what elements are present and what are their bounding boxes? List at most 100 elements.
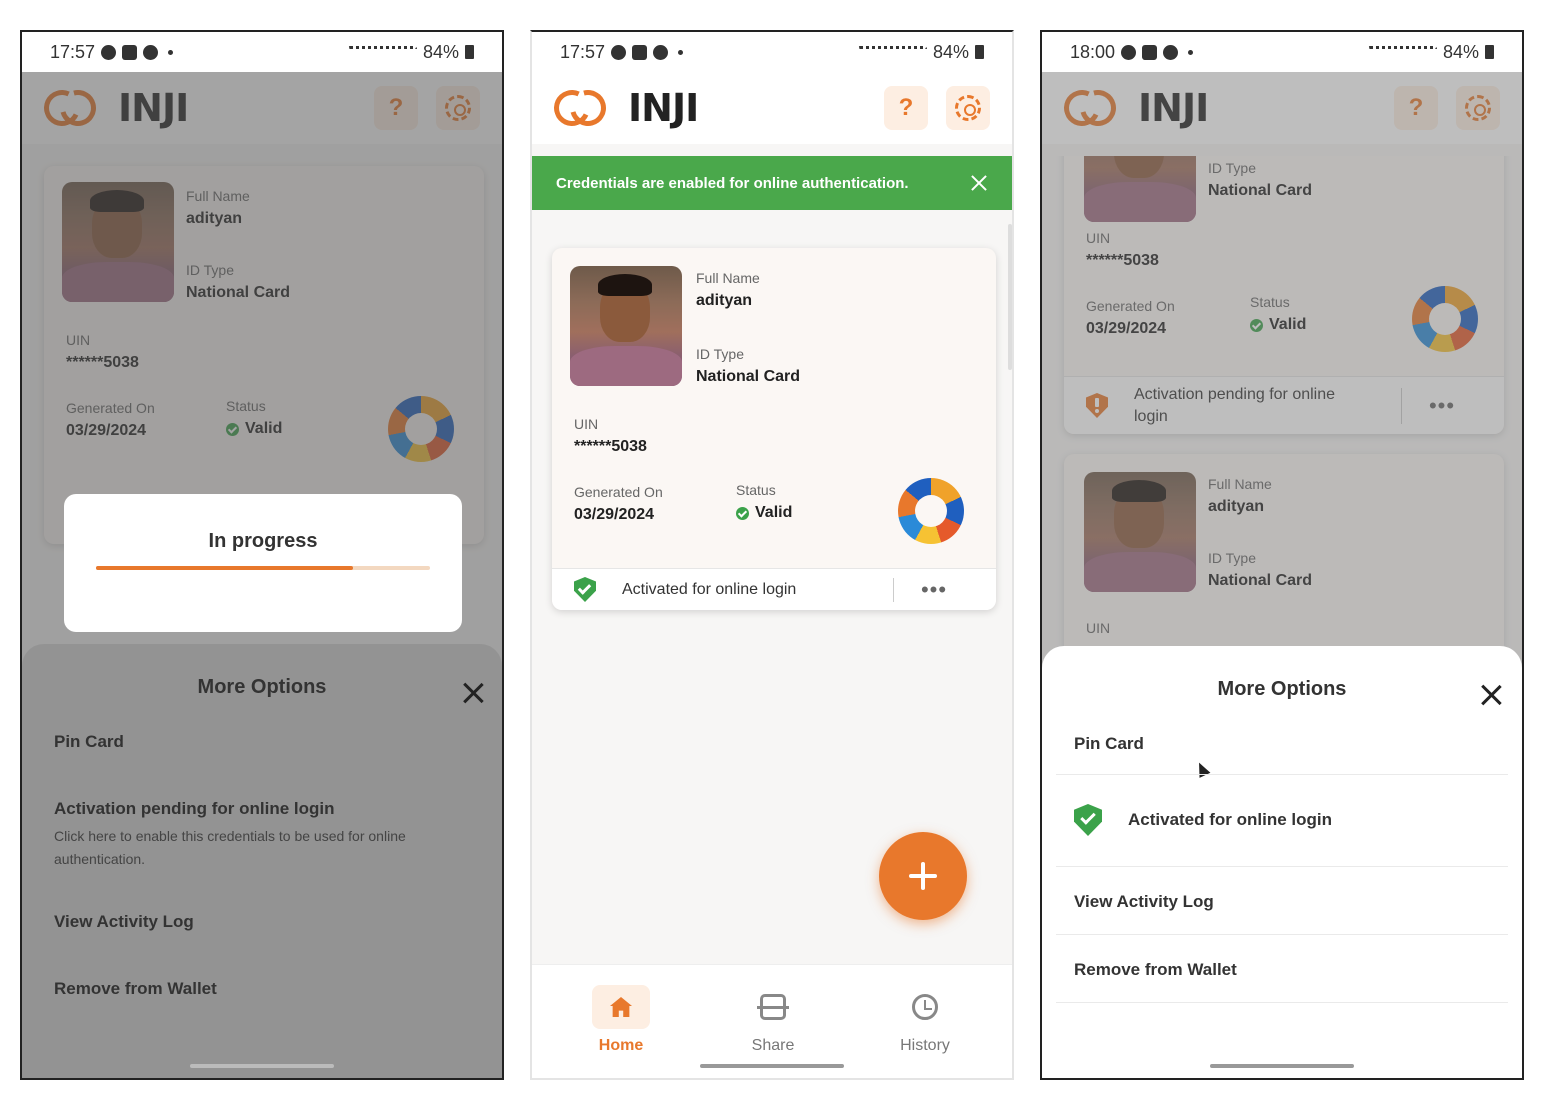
scan-icon bbox=[757, 994, 789, 1020]
card-activation-footer: Activated for online login ••• bbox=[552, 568, 996, 610]
inji-logo-mark-icon bbox=[548, 83, 622, 133]
toast-message: Credentials are enabled for online authe… bbox=[556, 174, 909, 192]
app-notification-icon bbox=[1121, 44, 1137, 60]
more-notifications-icon bbox=[678, 49, 684, 55]
whatsapp-notification-icon bbox=[143, 44, 159, 60]
battery-percent: 84% bbox=[932, 41, 969, 62]
inji-logo-text: INJI bbox=[628, 86, 699, 130]
battery-icon bbox=[975, 45, 984, 59]
message-notification-icon bbox=[1142, 44, 1158, 60]
nav-history-label: History bbox=[900, 1037, 950, 1054]
nav-history[interactable]: History bbox=[870, 985, 980, 1055]
shield-check-icon bbox=[574, 577, 596, 602]
full-name-label: Full Name bbox=[696, 270, 760, 286]
home-icon bbox=[610, 997, 632, 1017]
status-time: 18:00 bbox=[1070, 41, 1116, 62]
credential-photo bbox=[570, 266, 682, 386]
message-notification-icon bbox=[122, 44, 138, 60]
success-toast: Credentials are enabled for online authe… bbox=[532, 156, 1012, 210]
full-name-value: adityan bbox=[696, 292, 753, 309]
progress-title: In progress bbox=[208, 530, 318, 552]
screen-in-progress: 17:57 84% INJI ? Full Name adityan ID Ty… bbox=[20, 30, 504, 1080]
close-icon[interactable] bbox=[970, 174, 988, 192]
whatsapp-notification-icon bbox=[653, 44, 669, 60]
more-options-sheet: More Options Pin Card Activation pending… bbox=[22, 644, 502, 1078]
generated-on-label: Generated On bbox=[574, 484, 663, 500]
activated-option[interactable]: Activated for online login bbox=[1074, 804, 1490, 836]
uin-label: UIN bbox=[574, 416, 599, 432]
help-icon: ? bbox=[898, 94, 914, 121]
progress-bar-fill bbox=[96, 566, 354, 570]
remove-from-wallet-option[interactable]: Remove from Wallet bbox=[54, 979, 470, 999]
settings-button[interactable] bbox=[946, 86, 990, 130]
sheet-title: More Options bbox=[197, 676, 327, 698]
sheet-title: More Options bbox=[1217, 678, 1347, 700]
battery-icon bbox=[1485, 45, 1494, 59]
status-time: 17:57 bbox=[560, 41, 606, 62]
divider bbox=[1056, 1002, 1508, 1003]
battery-percent: 84% bbox=[422, 41, 459, 62]
status-valid-text: Valid bbox=[755, 504, 793, 521]
in-progress-dialog: In progress bbox=[64, 494, 462, 632]
divider bbox=[1056, 866, 1508, 867]
credential-card[interactable]: Full Name adityan ID Type National Card … bbox=[552, 248, 996, 610]
help-button[interactable]: ? bbox=[884, 86, 928, 130]
status-icons bbox=[856, 46, 927, 58]
whatsapp-notification-icon bbox=[1163, 44, 1179, 60]
gear-icon bbox=[955, 95, 981, 121]
battery-percent: 84% bbox=[1442, 41, 1479, 62]
shield-check-icon bbox=[1074, 804, 1102, 836]
divider bbox=[1056, 774, 1508, 775]
mouse-cursor-icon bbox=[1193, 760, 1211, 778]
nav-share-label: Share bbox=[751, 1037, 795, 1054]
status-icons bbox=[346, 46, 417, 58]
screen-activated: 17:57 84% INJI ? Credentials are enabled… bbox=[530, 30, 1014, 1080]
activation-pending-option[interactable]: Activation pending for online login Clic… bbox=[54, 799, 470, 871]
id-type-label: ID Type bbox=[696, 346, 744, 362]
activated-option-label: Activated for online login bbox=[1128, 810, 1333, 829]
progress-bar bbox=[96, 566, 430, 570]
nav-home-label: Home bbox=[598, 1037, 644, 1054]
view-activity-log-option[interactable]: View Activity Log bbox=[54, 912, 470, 932]
issuer-logo-icon bbox=[898, 478, 964, 544]
pin-card-option[interactable]: Pin Card bbox=[1074, 734, 1490, 754]
message-notification-icon bbox=[632, 44, 648, 60]
more-options-icon[interactable]: ••• bbox=[894, 578, 974, 600]
nav-share[interactable]: Share bbox=[718, 985, 828, 1055]
more-notifications-icon bbox=[168, 49, 174, 55]
close-icon[interactable] bbox=[1480, 684, 1502, 706]
view-activity-log-option[interactable]: View Activity Log bbox=[1074, 892, 1490, 912]
remove-from-wallet-option[interactable]: Remove from Wallet bbox=[1074, 960, 1490, 980]
close-icon[interactable] bbox=[462, 682, 484, 704]
app-notification-icon bbox=[101, 44, 117, 60]
app-notification-icon bbox=[611, 44, 627, 60]
uin-value: ******5038 bbox=[574, 438, 647, 455]
status-time: 17:57 bbox=[50, 41, 96, 62]
battery-icon bbox=[465, 45, 474, 59]
status-bar: 18:00 84% bbox=[1042, 32, 1522, 72]
add-card-button[interactable] bbox=[879, 832, 967, 920]
home-indicator bbox=[190, 1064, 334, 1068]
screen-more-options: 18:00 84% INJI ? ID Type National Card U… bbox=[1040, 30, 1524, 1080]
activation-pending-title: Activation pending for online login bbox=[54, 799, 335, 818]
id-type-value: National Card bbox=[696, 368, 801, 385]
home-indicator bbox=[700, 1064, 844, 1068]
more-options-sheet: More Options Pin Card Activated for onli… bbox=[1042, 646, 1522, 1078]
scrollbar[interactable] bbox=[1008, 224, 1012, 370]
bottom-navigation: Home Share History bbox=[532, 964, 1012, 1078]
activation-status-text: Activated for online login bbox=[622, 580, 797, 598]
status-icons bbox=[1366, 46, 1437, 58]
status-bar: 17:57 84% bbox=[532, 32, 1012, 72]
pin-card-option[interactable]: Pin Card bbox=[54, 732, 470, 752]
status-bar: 17:57 84% bbox=[22, 32, 502, 72]
activation-pending-subtitle: Click here to enable this credentials to… bbox=[54, 828, 406, 867]
history-icon bbox=[912, 994, 938, 1020]
status-value: Valid bbox=[736, 504, 792, 522]
status-label: Status bbox=[736, 482, 776, 498]
generated-on-value: 03/29/2024 bbox=[574, 506, 655, 523]
app-header: INJI ? bbox=[532, 72, 1012, 144]
check-circle-icon bbox=[736, 506, 749, 520]
divider bbox=[1056, 934, 1508, 935]
inji-logo: INJI bbox=[548, 83, 699, 133]
nav-home[interactable]: Home bbox=[566, 985, 676, 1055]
